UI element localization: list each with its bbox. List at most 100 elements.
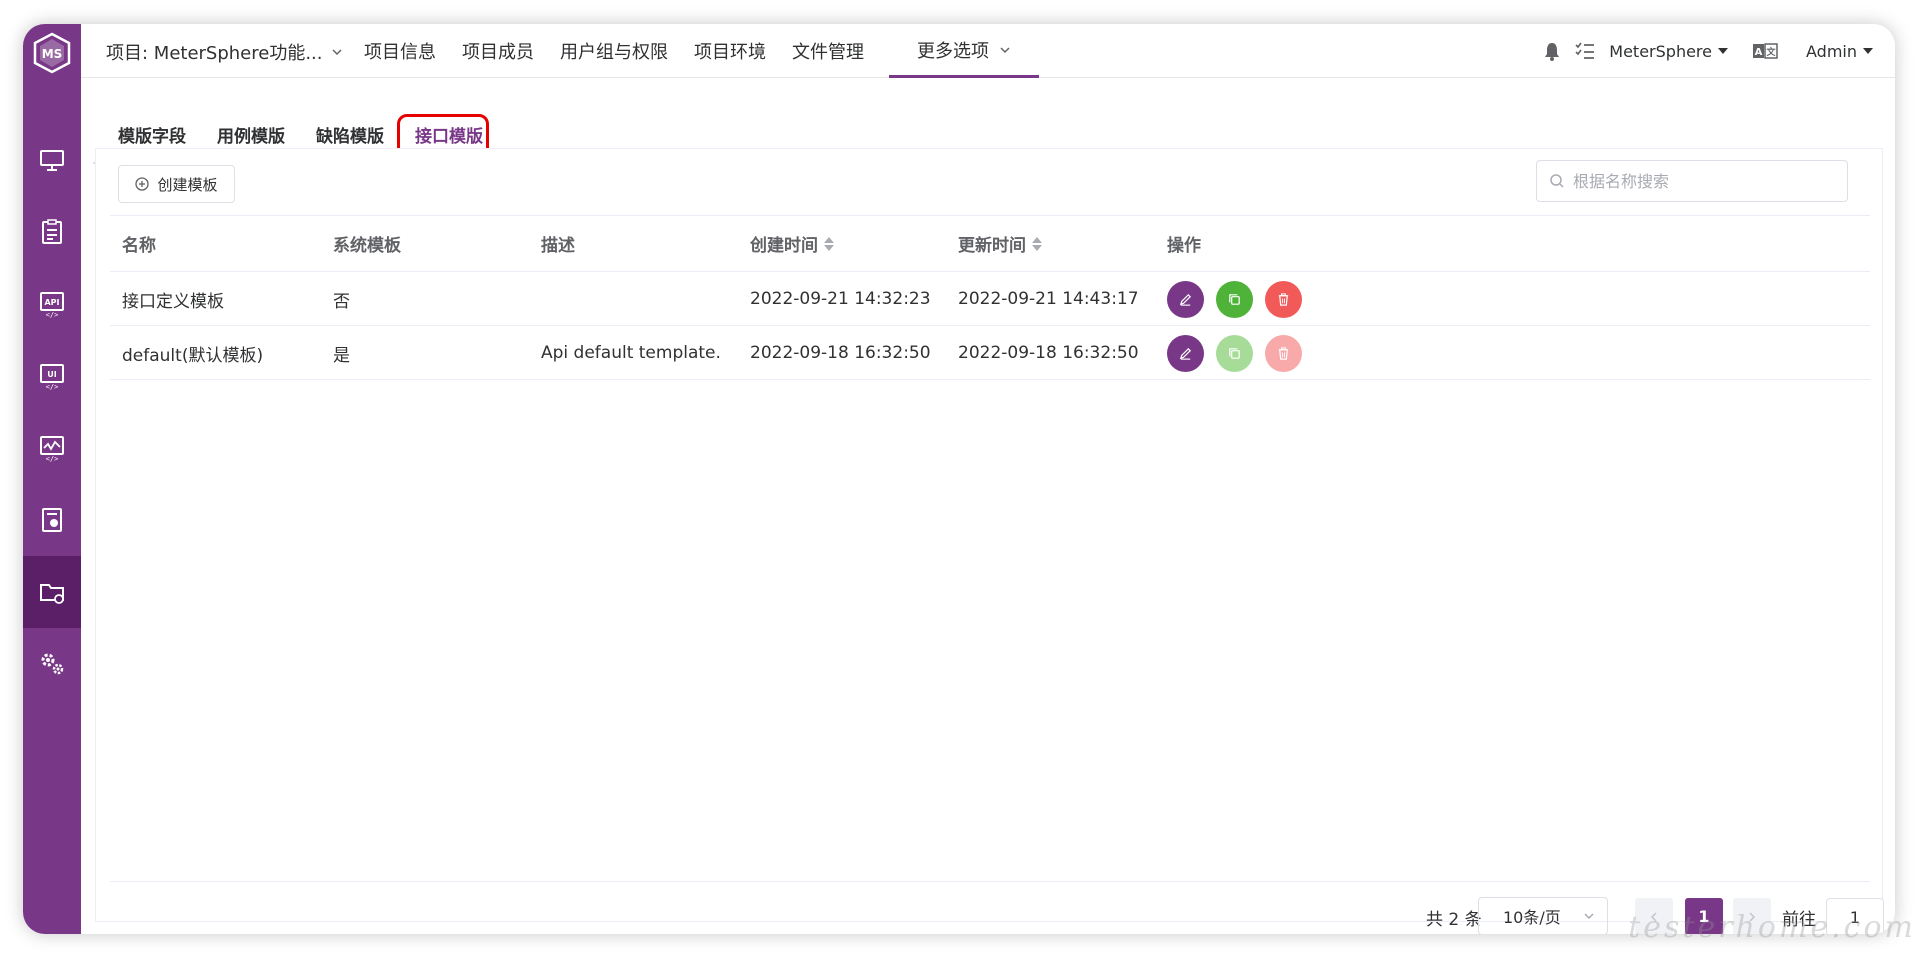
nav-project-info[interactable]: 项目信息 — [351, 24, 449, 78]
delete-button[interactable] — [1265, 280, 1302, 318]
col-system-header: 系统模板 — [333, 231, 401, 256]
sort-icon[interactable] — [1032, 236, 1042, 252]
svg-text:文: 文 — [1765, 46, 1776, 58]
delete-button-disabled — [1265, 334, 1302, 372]
table-row: default(默认模板) 是 Api default template. 20… — [110, 326, 1870, 380]
svg-text:MS: MS — [42, 47, 63, 61]
search-box — [1536, 160, 1848, 202]
metersphere-logo[interactable]: MS — [32, 32, 72, 74]
cell-name: 接口定义模板 — [122, 291, 224, 312]
col-created-header[interactable]: 创建时间 — [750, 231, 834, 256]
task-list-icon[interactable] — [1575, 42, 1595, 60]
user-menu[interactable]: Admin — [1806, 42, 1873, 61]
more-options-label: 更多选项 — [917, 40, 989, 62]
caret-down-icon — [1863, 48, 1873, 54]
create-template-button[interactable]: 创建模板 — [118, 165, 235, 203]
report-icon — [42, 508, 62, 532]
tab-issue-template[interactable]: 缺陷模版 — [316, 122, 384, 147]
edit-button[interactable] — [1167, 334, 1204, 372]
chevron-down-icon — [1584, 913, 1594, 920]
col-desc-label: 描述 — [541, 236, 575, 256]
nav-project-environment[interactable]: 项目环境 — [681, 24, 779, 78]
col-created-label: 创建时间 — [750, 236, 818, 256]
nav-file-management[interactable]: 文件管理 — [779, 24, 877, 78]
user-name: Admin — [1806, 41, 1857, 61]
col-system-label: 系统模板 — [333, 236, 401, 256]
project-label: 项目: MeterSphere功能... — [106, 43, 323, 64]
copy-button-disabled — [1216, 334, 1253, 372]
svg-text:</>: </> — [46, 455, 59, 462]
nav-user-groups[interactable]: 用户组与权限 — [547, 24, 681, 78]
app-window: MS API </> UI </> </> 项目: MeterSphere功能.… — [23, 24, 1895, 934]
cell-ops — [1167, 272, 1302, 326]
edit-button[interactable] — [1167, 280, 1204, 318]
system-settings-icon — [41, 653, 64, 675]
sidebar-item-test-track[interactable] — [23, 196, 81, 268]
table-row: 接口定义模板 否 2022-09-21 14:32:23 2022-09-21 … — [110, 272, 1870, 326]
sidebar-item-workbench[interactable] — [23, 124, 81, 196]
page-size-select[interactable]: 10条/页 — [1478, 897, 1608, 934]
tab-case-template[interactable]: 用例模版 — [217, 122, 285, 147]
cell-updated: 2022-09-21 14:43:17 — [958, 289, 1139, 309]
col-desc-header: 描述 — [541, 231, 575, 256]
cell-desc: Api default template. — [541, 343, 721, 363]
watermark: testerhome.com — [1628, 910, 1916, 945]
nav-more-options[interactable]: 更多选项 — [889, 24, 1039, 78]
header-right: MeterSphere A文 Admin — [1543, 24, 1873, 78]
edit-icon — [1179, 293, 1192, 306]
svg-text:</>: </> — [46, 311, 59, 318]
col-name-label: 名称 — [122, 236, 156, 256]
cell-ops — [1167, 326, 1302, 380]
sidebar-item-report[interactable] — [23, 484, 81, 556]
search-icon — [1550, 174, 1564, 188]
cell-updated: 2022-09-18 16:32:50 — [958, 343, 1139, 363]
copy-icon — [1229, 293, 1240, 305]
sidebar-item-ui[interactable]: UI </> — [23, 340, 81, 412]
cell-system: 否 — [333, 291, 350, 312]
top-header: 项目: MeterSphere功能... 项目信息 项目成员 用户组与权限 项目… — [81, 24, 1895, 78]
sidebar-item-api[interactable]: API </> — [23, 268, 81, 340]
bell-icon[interactable] — [1543, 41, 1561, 61]
tab-field-template[interactable]: 模版字段 — [118, 122, 186, 147]
trash-icon — [1278, 346, 1289, 360]
search-input[interactable] — [1573, 171, 1833, 191]
test-track-icon — [42, 219, 62, 244]
caret-down-icon — [1718, 48, 1728, 54]
table-header: 名称 系统模板 描述 创建时间 更新时间 操作 — [110, 215, 1870, 272]
sidebar-item-project-settings[interactable] — [23, 556, 81, 628]
sidebar-item-performance[interactable]: </> — [23, 412, 81, 484]
api-icon: API </> — [40, 292, 64, 318]
template-list-card: 创建模板 名称 系统模板 描述 创建时间 更新时间 操作 接口定义模板 否 20… — [95, 148, 1895, 934]
col-ops-label: 操作 — [1167, 236, 1201, 256]
copy-icon — [1229, 347, 1240, 359]
workspace-name: MeterSphere — [1609, 41, 1712, 61]
ui-icon: UI </> — [40, 364, 64, 390]
col-ops-header: 操作 — [1167, 231, 1201, 256]
sort-icon[interactable] — [824, 236, 834, 252]
workspace-selector[interactable]: MeterSphere — [1609, 42, 1728, 61]
language-icon[interactable]: A文 — [1752, 42, 1778, 60]
edit-icon — [1179, 347, 1192, 360]
svg-text:</>: </> — [46, 383, 59, 390]
trash-icon — [1278, 292, 1289, 306]
svg-text:UI: UI — [47, 370, 56, 379]
svg-text:API: API — [44, 298, 59, 307]
performance-icon: </> — [40, 436, 64, 462]
col-name-header: 名称 — [122, 231, 156, 256]
pagination-total: 共 2 条 — [1426, 909, 1482, 930]
chevron-down-icon — [1000, 46, 1010, 53]
nav-project-members[interactable]: 项目成员 — [449, 24, 547, 78]
copy-button[interactable] — [1216, 280, 1253, 318]
template-table: 名称 系统模板 描述 创建时间 更新时间 操作 接口定义模板 否 2022-09… — [110, 215, 1870, 380]
project-selector[interactable]: 项目: MeterSphere功能... — [106, 39, 343, 65]
col-updated-header[interactable]: 更新时间 — [958, 231, 1042, 256]
cell-system: 是 — [333, 345, 350, 366]
page-size-value: 10条/页 — [1503, 908, 1561, 927]
project-settings-icon — [40, 584, 64, 604]
table-footer-divider — [110, 881, 1870, 882]
cell-created: 2022-09-21 14:32:23 — [750, 289, 931, 309]
create-template-label: 创建模板 — [157, 175, 218, 194]
circle-plus-icon — [135, 177, 150, 191]
svg-text:A: A — [1755, 47, 1763, 58]
sidebar-item-system-settings[interactable] — [23, 628, 81, 700]
